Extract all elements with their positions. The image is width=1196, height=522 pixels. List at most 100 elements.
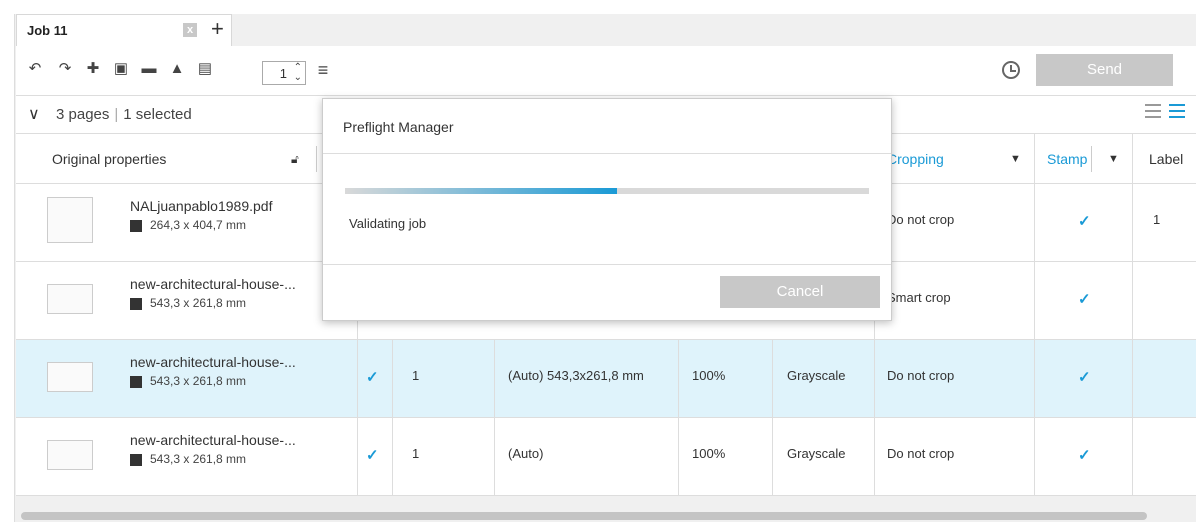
copies-value: 1	[412, 368, 420, 383]
column-divider	[772, 418, 773, 496]
column-divider	[392, 418, 393, 496]
page-size-icon	[130, 453, 142, 466]
dialog-divider	[323, 264, 891, 265]
status-text: Validating job	[349, 216, 427, 231]
page-size: 543,3 x 261,8 mm	[150, 296, 247, 310]
page-size-icon	[130, 297, 142, 310]
column-divider	[1132, 340, 1133, 418]
chevron-down-icon[interactable]: ∨	[28, 104, 40, 124]
file-name: NALjuanpablo1989.pdf	[130, 198, 273, 214]
cropping-value: Do not crop	[887, 446, 955, 461]
job-tab-title: Job 11	[27, 23, 68, 38]
toolbar: ↶ ↷ ✚ ▣ ▬ ▲ ▤ 1 ⌃ ⌄ ≡ Send	[16, 46, 1196, 96]
column-divider	[392, 340, 393, 418]
column-divider	[1034, 418, 1035, 496]
column-divider	[874, 340, 875, 418]
save-icon[interactable]: ▣	[112, 60, 130, 78]
column-original-properties[interactable]: Original properties	[52, 134, 166, 184]
cancel-button[interactable]: Cancel	[720, 276, 880, 308]
page-size: 543,3 x 261,8 mm	[150, 452, 247, 466]
media-value: (Auto) 543,3x261,8 mm	[508, 368, 644, 383]
bell-icon[interactable]: ▲	[168, 60, 186, 78]
column-divider	[874, 418, 875, 496]
column-divider	[1132, 262, 1133, 340]
lock-icon[interactable]: 🔓︎	[291, 134, 299, 184]
detail-view-icon[interactable]	[1169, 104, 1185, 118]
progress-fill	[345, 188, 618, 194]
clipboard-icon[interactable]: ▤	[196, 60, 214, 78]
stamp-check-icon[interactable]: ✓	[1078, 368, 1091, 386]
copies-value: 1	[412, 446, 420, 461]
page-size-icon	[130, 375, 142, 388]
column-divider	[1132, 418, 1133, 496]
add-tab-icon[interactable]: +	[211, 17, 224, 41]
file-name: new-architectural-house-...	[130, 354, 296, 370]
job-tab[interactable]: Job 11 x +	[16, 14, 232, 46]
filter-icon[interactable]: ▼	[1010, 134, 1021, 184]
column-divider	[772, 340, 773, 418]
column-divider	[1132, 134, 1133, 184]
stepper-arrows-icon[interactable]: ⌃ ⌄	[294, 63, 302, 83]
menu-icon[interactable]: ≡	[314, 61, 332, 79]
undo-icon[interactable]: ↶	[26, 60, 44, 78]
media-value: (Auto)	[508, 446, 544, 461]
dialog-title: Preflight Manager	[343, 119, 454, 135]
copies-stepper[interactable]: 1 ⌃ ⌄	[262, 61, 306, 85]
page-thumbnail	[47, 440, 93, 470]
color-value: Grayscale	[787, 446, 846, 461]
add-file-icon[interactable]: ✚	[84, 60, 102, 78]
column-divider	[357, 418, 358, 496]
column-stamp[interactable]: Stamp	[1047, 134, 1087, 184]
page-count: 3 pages	[56, 106, 110, 123]
cropping-value: Do not crop	[887, 368, 955, 383]
stamp-check-icon[interactable]: ✓	[1078, 212, 1091, 230]
top-strip	[0, 0, 1196, 14]
page-size: 264,3 x 404,7 mm	[150, 218, 247, 232]
preflight-dialog: Preflight Manager Validating job Cancel	[322, 98, 892, 321]
column-divider	[1034, 340, 1035, 418]
column-divider	[1034, 184, 1035, 262]
file-name: new-architectural-house-...	[130, 276, 296, 292]
page-thumbnail	[47, 362, 93, 392]
stamp-check-icon[interactable]: ✓	[1078, 290, 1091, 308]
label-value: 1	[1153, 212, 1161, 227]
include-check-icon[interactable]: ✓	[366, 368, 379, 386]
column-cropping[interactable]: Cropping	[887, 134, 944, 184]
column-divider	[1034, 134, 1035, 184]
dialog-divider	[323, 153, 891, 154]
page-thumbnail	[47, 197, 93, 243]
horizontal-scrollbar[interactable]	[21, 512, 1147, 520]
scale-value: 100%	[692, 368, 726, 383]
column-divider	[316, 146, 317, 172]
copies-value: 1	[279, 66, 287, 81]
send-button[interactable]: Send	[1036, 54, 1173, 86]
column-divider	[357, 340, 358, 418]
column-divider	[1091, 146, 1092, 172]
include-check-icon[interactable]: ✓	[366, 446, 379, 464]
redo-icon[interactable]: ↷	[56, 60, 74, 78]
column-divider	[494, 418, 495, 496]
stamp-check-icon[interactable]: ✓	[1078, 446, 1091, 464]
cropping-value: Smart crop	[887, 290, 951, 305]
scale-value: 100%	[692, 446, 726, 461]
job-panel: Job 11 x + ↶ ↷ ✚ ▣ ▬ ▲ ▤ 1 ⌃ ⌄ ≡ Send ∨ 3…	[14, 14, 1196, 522]
color-value: Grayscale	[787, 368, 846, 383]
page-size-icon	[130, 219, 142, 232]
column-divider	[494, 340, 495, 418]
clock-icon[interactable]	[1002, 61, 1020, 79]
folder-icon[interactable]: ▬	[140, 60, 158, 78]
close-tab-icon[interactable]: x	[183, 23, 197, 37]
column-divider	[1132, 184, 1133, 262]
progress-bar	[345, 188, 869, 194]
column-divider	[678, 418, 679, 496]
selected-count: 1 selected	[123, 106, 192, 123]
table-row[interactable]: new-architectural-house-... 543,3 x 261,…	[16, 418, 1196, 496]
list-view-icon[interactable]	[1145, 104, 1161, 118]
filter-icon[interactable]: ▼	[1108, 134, 1119, 184]
table-row-selected[interactable]: new-architectural-house-... 543,3 x 261,…	[16, 340, 1196, 418]
column-divider	[678, 340, 679, 418]
column-label[interactable]: Label	[1149, 134, 1183, 184]
divider: |	[114, 106, 119, 123]
page-size: 543,3 x 261,8 mm	[150, 374, 247, 388]
column-divider	[1034, 262, 1035, 340]
